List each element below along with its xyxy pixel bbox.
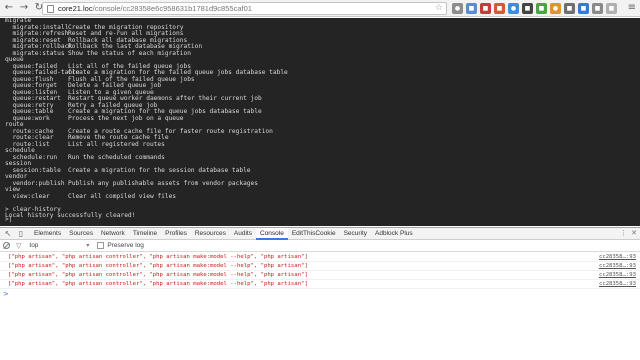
terminal-history-output: > clear-history Local history successfull…	[5, 206, 640, 220]
ext-4-icon[interactable]: ■	[494, 3, 505, 14]
filter-icon[interactable]: ▽	[16, 242, 21, 250]
preserve-log-label: Preserve log	[107, 242, 144, 249]
console-input[interactable]: >	[0, 289, 640, 298]
inspect-element-icon[interactable]: ↖	[3, 229, 13, 239]
tab-profiles[interactable]: Profiles	[161, 228, 191, 240]
ext-1-icon[interactable]: ●	[452, 3, 463, 14]
ext-8-icon[interactable]: ●	[550, 3, 561, 14]
context-select[interactable]: top ▾	[29, 242, 89, 249]
devtools-window-controls: ⋮ ✕	[620, 229, 637, 237]
command-description: Create a migration for the session datab…	[68, 166, 251, 174]
devtools-menu-icon[interactable]: ⋮	[620, 229, 627, 237]
console-message-source-link[interactable]: cc28358…:93	[599, 263, 636, 269]
ext-9-icon[interactable]: ■	[564, 3, 575, 14]
console-toolbar: ▽ top ▾ Preserve log	[0, 240, 640, 252]
ext-12-icon[interactable]: ■	[606, 3, 617, 14]
tab-security[interactable]: Security	[340, 228, 371, 240]
url-host: core21.loc	[58, 4, 93, 13]
command-description: List all registered routes	[68, 140, 165, 148]
terminal-prompt[interactable]: >|	[5, 216, 12, 224]
tab-sources[interactable]: Sources	[65, 228, 97, 240]
browser-toolbar: ← → ↻ core21.loc/console/cc28358e6c95863…	[0, 0, 640, 17]
command-description: Show the status of each migration	[68, 49, 191, 57]
console-messages: ["php artisan", "php artisan controller"…	[0, 252, 640, 289]
chevron-down-icon: ▾	[86, 242, 90, 249]
devtools-close-icon[interactable]: ✕	[631, 229, 637, 237]
context-select-value: top	[29, 242, 39, 249]
console-message-text: ["php artisan", "php artisan controller"…	[8, 254, 308, 260]
artisan-console[interactable]: migrate migrate:install Create the migrat…	[0, 18, 640, 226]
tab-network[interactable]: Network	[97, 228, 129, 240]
extensions-bar: ● ■ ■ ■ ● ■ ■ ● ■ ■ ■ ■	[452, 3, 617, 14]
command-name: view:clear	[5, 192, 50, 200]
ext-7-icon[interactable]: ■	[536, 3, 547, 14]
ext-6-icon[interactable]: ■	[522, 3, 533, 14]
ext-5-icon[interactable]: ●	[508, 3, 519, 14]
terminal-line: Local history successfully cleared!	[5, 212, 136, 219]
terminal-output: migrate migrate:install Create the migrat…	[5, 18, 640, 200]
console-message: ["php artisan", "php artisan controller"…	[0, 280, 640, 289]
console-message-source-link[interactable]: cc28358…:93	[599, 272, 636, 278]
tab-editthiscookie[interactable]: EditThisCookie	[288, 228, 340, 240]
bookmark-star-icon[interactable]: ☆	[435, 3, 443, 13]
console-prompt-icon: >	[3, 289, 9, 298]
ext-11-icon[interactable]: ■	[592, 3, 603, 14]
console-message-text: ["php artisan", "php artisan controller"…	[8, 263, 308, 269]
tab-elements[interactable]: Elements	[30, 228, 65, 240]
console-message-source-link[interactable]: cc28358…:93	[599, 254, 636, 260]
tab-console[interactable]: Console	[255, 227, 288, 240]
browser-menu-icon[interactable]: ≡	[628, 2, 636, 13]
console-message: ["php artisan", "php artisan controller"…	[0, 262, 640, 271]
clear-console-icon[interactable]	[3, 242, 10, 249]
back-icon[interactable]: ←	[3, 2, 15, 14]
preserve-log-checkbox[interactable]	[97, 242, 105, 249]
url-path: /console/cc28358e6c958631b1781d9c855caf0…	[92, 4, 252, 13]
device-mode-icon[interactable]: ▯	[16, 229, 26, 239]
tab-timeline[interactable]: Timeline	[129, 228, 161, 240]
url-text[interactable]: core21.loc/console/cc28358e6c958631b1781…	[58, 4, 252, 13]
ext-2-icon[interactable]: ■	[466, 3, 477, 14]
console-message: ["php artisan", "php artisan controller"…	[0, 271, 640, 280]
ext-10-icon[interactable]: ■	[578, 3, 589, 14]
tab-resources[interactable]: Resources	[191, 228, 230, 240]
command-description: Publish any publishable assets from vend…	[68, 179, 258, 187]
console-message: ["php artisan", "php artisan controller"…	[0, 253, 640, 262]
console-message-source-link[interactable]: cc28358…:93	[599, 281, 636, 287]
console-message-text: ["php artisan", "php artisan controller"…	[8, 281, 308, 287]
page-icon	[47, 4, 54, 13]
console-message-text: ["php artisan", "php artisan controller"…	[8, 272, 308, 278]
command-description: Process the next job on a queue	[68, 114, 184, 122]
command-description: Run the scheduled commands	[68, 153, 165, 161]
tab-audits[interactable]: Audits	[230, 228, 256, 240]
tab-adblock-plus[interactable]: Adblock Plus	[371, 228, 417, 240]
ext-3-icon[interactable]: ■	[480, 3, 491, 14]
preserve-log-toggle[interactable]: Preserve log	[97, 242, 144, 249]
address-bar[interactable]: core21.loc/console/cc28358e6c958631b1781…	[42, 2, 447, 15]
command-description: Clear all compiled view files	[68, 192, 177, 200]
forward-icon[interactable]: →	[18, 2, 30, 14]
devtools-tab-bar: ↖ ▯ Elements Sources Network Timeline Profil…	[0, 227, 640, 240]
devtools-panel: ↖ ▯ Elements Sources Network Timeline Profil…	[0, 227, 640, 360]
